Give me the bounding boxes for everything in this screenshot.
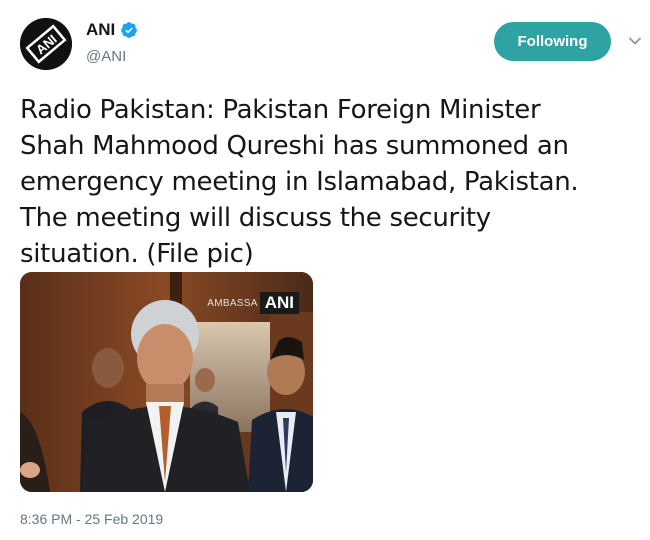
photo-watermark: AMBASSA ANI: [207, 292, 299, 314]
tweet-text: Radio Pakistan: Pakistan Foreign Ministe…: [20, 92, 635, 272]
tweet-text-line: Shah Mahmood Qureshi has summoned an: [20, 131, 569, 161]
ani-logo-icon: ANI: [20, 18, 72, 70]
tweet-text-line: Radio Pakistan: Pakistan Foreign Ministe…: [20, 95, 541, 125]
chevron-down-icon[interactable]: [628, 34, 642, 48]
tweet-text-line: emergency meeting in Islamabad, Pakistan…: [20, 167, 579, 197]
tweet-card: ANI ANI @ANI Following Radio Pakistan: P…: [0, 0, 650, 540]
tweet-photo[interactable]: AMBASSA ANI: [20, 272, 313, 492]
following-button[interactable]: Following: [494, 22, 611, 61]
author-name-row[interactable]: ANI: [86, 20, 138, 40]
tweet-text-line: The meeting will discuss the security: [20, 203, 491, 233]
tweet-text-line: situation. (File pic): [20, 239, 254, 269]
tweet-timestamp[interactable]: 8:36 PM - 25 Feb 2019: [20, 511, 163, 527]
author-handle[interactable]: @ANI: [86, 48, 126, 65]
author-name[interactable]: ANI: [86, 20, 115, 40]
watermark-text: AMBASSA: [207, 297, 258, 309]
author-avatar[interactable]: ANI: [20, 18, 72, 70]
verified-badge-icon: [120, 21, 138, 39]
ani-watermark-logo: ANI: [259, 292, 299, 314]
